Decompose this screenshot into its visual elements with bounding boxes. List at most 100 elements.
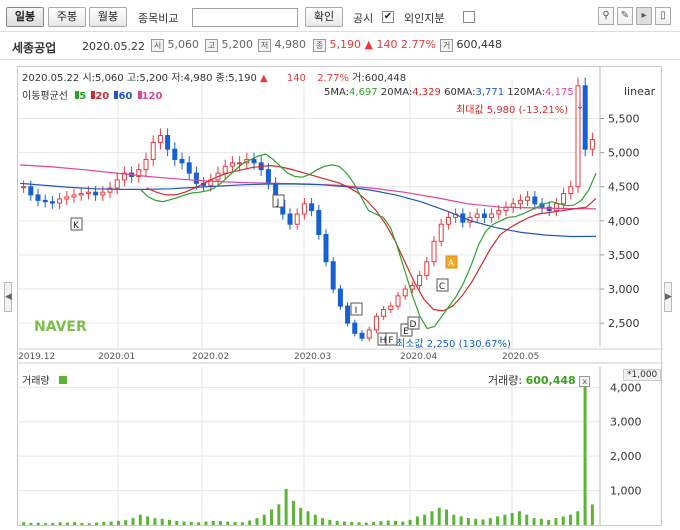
candle-body bbox=[489, 213, 495, 218]
eraser-icon[interactable]: ▯ bbox=[655, 7, 671, 25]
cursor-icon[interactable]: ▸ bbox=[636, 7, 652, 25]
x-axis-label: 2020.02 bbox=[192, 352, 229, 362]
event-marker-label: J bbox=[276, 198, 280, 208]
price-tick-label: 3,000 bbox=[608, 283, 640, 296]
ma60-value: 3,771 bbox=[475, 87, 505, 98]
volume-bar bbox=[386, 520, 390, 525]
candle-body bbox=[28, 186, 34, 196]
candle-body bbox=[179, 158, 185, 164]
ohlc-date: 2020.05.22 bbox=[22, 73, 80, 84]
price-change-rate: 2.77% bbox=[400, 38, 436, 51]
volume-bar bbox=[248, 520, 252, 525]
volume-readout-value: 600,448 bbox=[525, 374, 576, 387]
volume-bar bbox=[204, 521, 208, 525]
candle-body bbox=[352, 322, 358, 334]
volume-bar bbox=[138, 514, 142, 525]
candle-body bbox=[287, 213, 293, 225]
price-tick-label: 4,000 bbox=[608, 215, 640, 228]
volume-tick-label: 2,000 bbox=[610, 450, 642, 463]
pen-icon[interactable]: ✎ bbox=[617, 7, 633, 25]
volume-swatch bbox=[58, 376, 67, 384]
candle-body bbox=[35, 194, 41, 201]
naver-logo: NAVER bbox=[34, 319, 87, 335]
candle-body bbox=[157, 135, 163, 143]
volume-bar bbox=[131, 518, 135, 525]
ma-legend: 이동평균선 5 20 60 120 bbox=[22, 87, 162, 102]
foreign-ownership-checkbox[interactable] bbox=[463, 11, 475, 23]
ohlc-arrow: ▲ bbox=[260, 73, 268, 84]
scroll-left-arrow[interactable]: ◀ bbox=[4, 282, 12, 312]
volume-bar bbox=[291, 500, 295, 525]
candle-body bbox=[345, 305, 351, 324]
candle-body bbox=[42, 199, 48, 203]
volume-bar bbox=[109, 521, 113, 525]
volume-bar bbox=[262, 514, 266, 525]
candle-body bbox=[323, 233, 329, 263]
volume-bar bbox=[153, 518, 157, 525]
candle-body bbox=[402, 288, 408, 297]
confirm-button[interactable]: 확인 bbox=[305, 7, 343, 27]
candle-body bbox=[532, 196, 538, 205]
toolbar: 일봉 주봉 월봉 종목비교 확인 공시 ✔ 외인지분 ⚲ ✎ ▸ ▯ bbox=[0, 0, 680, 32]
close-price: 5,190 bbox=[329, 38, 362, 51]
weekly-button[interactable]: 주봉 bbox=[48, 7, 86, 27]
scroll-right-arrow[interactable]: ▶ bbox=[664, 282, 672, 312]
scale-mode-label[interactable]: linear bbox=[624, 85, 655, 98]
disclosure-checkbox[interactable]: ✔ bbox=[382, 11, 394, 23]
candle-body bbox=[93, 191, 99, 196]
max-value-annotation: 최대값 5,980 (-13.21%) bbox=[456, 105, 569, 116]
volume-bar bbox=[58, 522, 62, 525]
high-price-icon: 고 bbox=[205, 38, 218, 52]
candle-body bbox=[445, 216, 451, 225]
volume-close-icon[interactable]: x bbox=[579, 375, 591, 387]
volume-bar bbox=[474, 518, 478, 525]
bulb-icon[interactable]: ⚲ bbox=[598, 7, 614, 25]
volume-bar bbox=[452, 514, 456, 525]
candle-body bbox=[301, 203, 307, 215]
price-tick-label: 5,500 bbox=[608, 113, 640, 126]
volume-bar bbox=[415, 516, 419, 525]
volume-bar bbox=[401, 521, 405, 525]
stock-name: 세종공업 bbox=[12, 41, 57, 55]
volume-bar bbox=[496, 516, 500, 525]
candle-body bbox=[373, 315, 379, 331]
candle-body bbox=[237, 162, 243, 165]
volume-unit-label: *1,000 bbox=[623, 369, 662, 381]
candle-body bbox=[229, 162, 235, 167]
candle-body bbox=[381, 308, 387, 317]
volume-readout-label: 거래량: bbox=[488, 374, 523, 387]
volume-tick-label: 3,000 bbox=[610, 416, 642, 429]
candle-body bbox=[517, 199, 523, 205]
ma120-value: 4,175 bbox=[545, 87, 574, 98]
ohlc-readout: 2020.05.22 시:5,060 고:5,200 저:4,980 종:5,1… bbox=[22, 69, 406, 84]
monthly-button[interactable]: 월봉 bbox=[89, 7, 127, 27]
compare-input[interactable] bbox=[192, 8, 298, 27]
volume-bar bbox=[481, 519, 485, 525]
volume-bar bbox=[576, 511, 580, 525]
volume-bar bbox=[445, 509, 449, 525]
volume-bar bbox=[539, 518, 543, 525]
volume-bar bbox=[284, 488, 288, 525]
volume-bar bbox=[175, 520, 179, 525]
volume-bar bbox=[525, 514, 529, 525]
volume-bar bbox=[488, 518, 492, 525]
volume-bar bbox=[321, 518, 325, 525]
high-price: 5,200 bbox=[221, 38, 254, 51]
candle-body bbox=[85, 191, 91, 195]
volume-bar bbox=[87, 523, 91, 525]
candle-body bbox=[64, 196, 70, 200]
candle-body bbox=[359, 332, 365, 339]
candle-body bbox=[21, 186, 27, 189]
volume-bar bbox=[561, 516, 565, 525]
daily-button[interactable]: 일봉 bbox=[6, 7, 44, 27]
candle-body bbox=[561, 193, 567, 205]
volume-bar bbox=[503, 514, 507, 525]
compare-label: 종목비교 bbox=[138, 12, 179, 25]
candle-body bbox=[316, 210, 322, 235]
candle-body bbox=[100, 191, 106, 196]
candle-body bbox=[481, 213, 487, 218]
price-tick-label: 5,000 bbox=[608, 147, 640, 160]
x-axis-label: 2020.03 bbox=[294, 352, 331, 362]
ma5-value-label: 5MA: bbox=[324, 87, 350, 98]
volume-bar bbox=[240, 522, 244, 525]
